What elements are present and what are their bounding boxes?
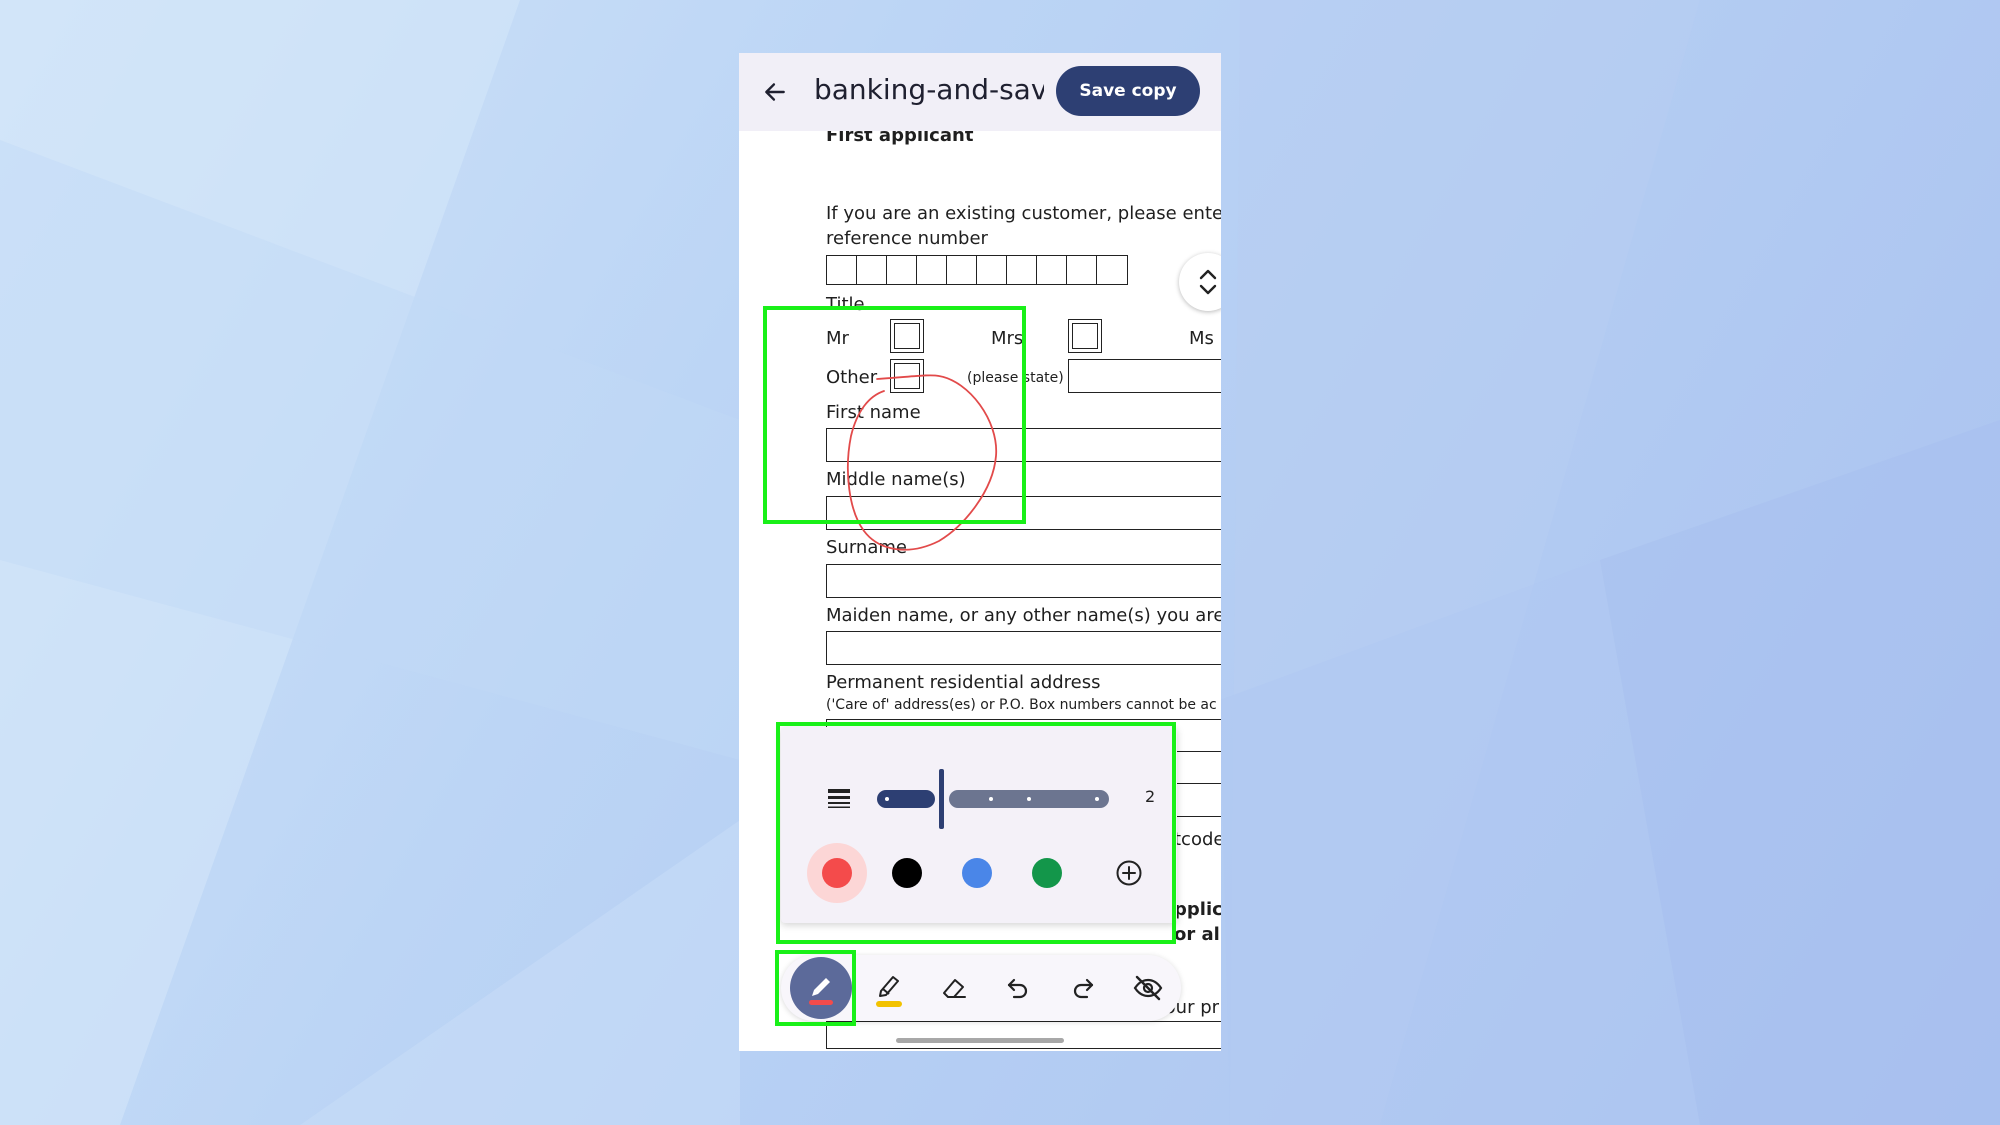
postcode-label: tcode bbox=[1174, 829, 1221, 850]
surname-field[interactable] bbox=[826, 564, 1221, 598]
section-heading-partial: pplica bbox=[1174, 899, 1221, 920]
reference-instruction-2: reference number bbox=[826, 228, 988, 249]
back-button[interactable] bbox=[755, 72, 795, 112]
redo-icon bbox=[1073, 978, 1094, 999]
document-title: banking-and-sav... bbox=[814, 73, 1044, 106]
middle-name-label: Middle name(s) bbox=[826, 469, 966, 490]
hide-annotations-button[interactable] bbox=[1121, 963, 1175, 1013]
please-state-label: (please state) bbox=[967, 370, 1064, 386]
mrs-checkbox[interactable] bbox=[1068, 319, 1102, 353]
reference-instruction: If you are an existing customer, please … bbox=[826, 203, 1221, 224]
reference-number-boxes[interactable] bbox=[826, 255, 1128, 285]
mr-checkbox[interactable] bbox=[890, 319, 924, 353]
color-swatch-red[interactable] bbox=[822, 858, 852, 888]
highlighter-icon bbox=[876, 976, 902, 1007]
color-swatch-black[interactable] bbox=[892, 858, 922, 888]
app-bar: banking-and-sav... Save copy bbox=[739, 53, 1221, 131]
first-name-field[interactable] bbox=[826, 428, 1221, 462]
address-note: ('Care of' address(es) or P.O. Box numbe… bbox=[826, 697, 1217, 713]
eraser-tool-button[interactable] bbox=[927, 963, 981, 1013]
middle-name-field[interactable] bbox=[826, 496, 1221, 530]
add-color-icon[interactable] bbox=[1115, 859, 1143, 887]
pen-tool-button[interactable] bbox=[790, 957, 852, 1019]
pen-settings-panel: 2 bbox=[781, 727, 1177, 923]
thickness-slider-thumb[interactable] bbox=[939, 769, 944, 829]
phone-screen: banking-and-sav... Save copy First appli… bbox=[739, 53, 1221, 1051]
bottom-field[interactable] bbox=[826, 1021, 1221, 1049]
thickness-value: 2 bbox=[1145, 787, 1156, 806]
other-title-field[interactable] bbox=[1068, 359, 1221, 393]
up-down-chevron-icon bbox=[1199, 269, 1217, 295]
first-name-label: First name bbox=[826, 402, 921, 423]
save-copy-button[interactable]: Save copy bbox=[1056, 66, 1200, 116]
maiden-name-field[interactable] bbox=[826, 631, 1221, 665]
undo-button[interactable] bbox=[991, 963, 1045, 1013]
scroll-handle[interactable] bbox=[1179, 253, 1221, 311]
annotation-toolbar bbox=[781, 955, 1181, 1021]
section-heading-partial-2: or all bbox=[1174, 924, 1221, 945]
hide-annotations-icon bbox=[1133, 975, 1163, 1001]
other-checkbox[interactable] bbox=[890, 359, 924, 393]
mr-label: Mr bbox=[826, 328, 849, 349]
address-label: Permanent residential address bbox=[826, 672, 1101, 693]
other-label: Other bbox=[826, 367, 878, 388]
home-indicator bbox=[896, 1038, 1064, 1043]
title-label: Title bbox=[826, 294, 865, 315]
highlighter-tool-button[interactable] bbox=[862, 963, 916, 1013]
ms-label: Ms bbox=[1189, 328, 1214, 349]
eraser-icon bbox=[943, 979, 966, 998]
surname-label: Surname bbox=[826, 537, 907, 558]
section-heading: First applicant bbox=[826, 131, 974, 146]
maiden-name-label: Maiden name, or any other name(s) you ar… bbox=[826, 605, 1221, 626]
redo-button[interactable] bbox=[1056, 963, 1110, 1013]
undo-icon bbox=[1007, 978, 1028, 999]
color-swatch-blue[interactable] bbox=[962, 858, 992, 888]
color-swatch-green[interactable] bbox=[1032, 858, 1062, 888]
mrs-label: Mrs bbox=[991, 328, 1024, 349]
line-thickness-icon bbox=[828, 789, 850, 808]
back-arrow-icon bbox=[765, 83, 785, 101]
pen-icon bbox=[809, 978, 833, 1005]
